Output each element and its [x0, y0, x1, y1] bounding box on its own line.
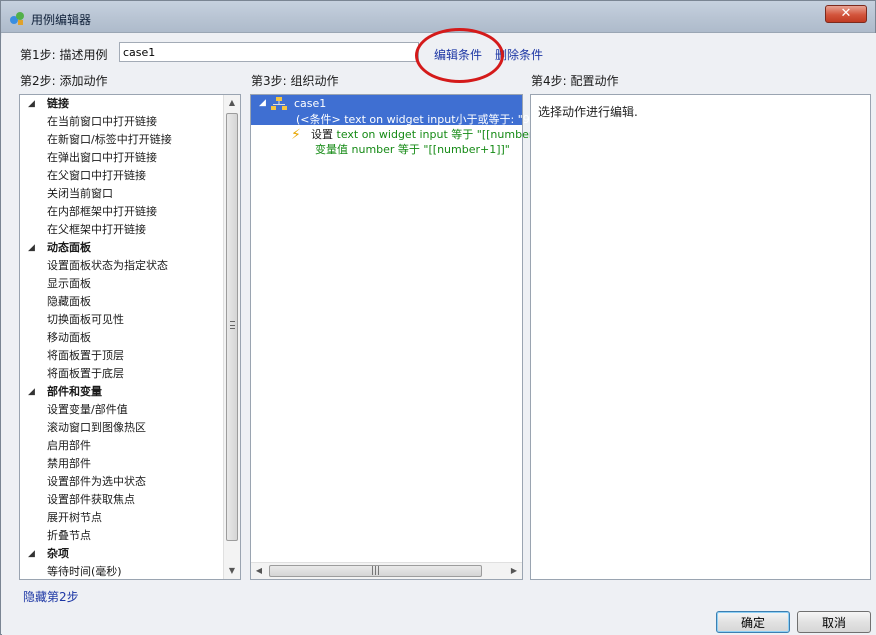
scroll-thumb[interactable]: ||| — [269, 565, 482, 577]
scroll-left-icon[interactable]: ◀ — [251, 563, 267, 579]
tree-action-item[interactable]: 显示面板 — [20, 275, 224, 293]
collapse-caret-icon[interactable]: ◢ — [28, 239, 35, 257]
collapse-caret-icon[interactable]: ◢ — [28, 383, 35, 401]
close-button[interactable]: ✕ — [825, 5, 867, 23]
case-description-input[interactable] — [119, 42, 419, 62]
tree-action-item[interactable]: 将面板置于顶层 — [20, 347, 224, 365]
ok-button[interactable]: 确定 — [716, 611, 790, 633]
step4-label: 第4步: 配置动作 — [531, 74, 619, 88]
collapse-caret-icon[interactable]: ◢ — [28, 95, 35, 113]
lightning-icon: ⚡ — [291, 127, 301, 143]
tree-action-item[interactable]: 启用部件 — [20, 437, 224, 455]
grip-icon — [230, 321, 235, 329]
scroll-up-icon[interactable]: ▲ — [224, 95, 240, 111]
case-icon — [271, 97, 287, 110]
scroll-down-icon[interactable]: ▼ — [224, 563, 240, 579]
tree-action-item[interactable]: 设置面板状态为指定状态 — [20, 257, 224, 275]
tree-action-item[interactable]: 滚动窗口到图像热区 — [20, 419, 224, 437]
step1-label: 第1步: 描述用例 — [20, 48, 108, 62]
case-condition: (<条件> text on widget input小于或等于: "99") — [296, 113, 547, 126]
config-placeholder: 选择动作进行编辑. — [538, 105, 638, 119]
tree-action-item[interactable]: 在内部框架中打开链接 — [20, 203, 224, 221]
scroll-right-icon[interactable]: ▶ — [506, 563, 522, 579]
tree-action-item[interactable]: 禁用部件 — [20, 455, 224, 473]
action-target: text on widget input — [336, 128, 448, 141]
step2-label: 第2步: 添加动作 — [20, 74, 108, 88]
organize-actions-panel: ◢ case1 (<条件> text on widget input小于或等于:… — [250, 94, 554, 580]
tree-action-item[interactable]: 关闭当前窗口 — [20, 185, 224, 203]
tree-action-item[interactable]: 在弹出窗口中打开链接 — [20, 149, 224, 167]
vertical-scrollbar[interactable]: ▲ ▼ — [223, 95, 240, 579]
case-name: case1 — [294, 97, 327, 110]
tree-action-item[interactable]: 设置部件获取焦点 — [20, 491, 224, 509]
tree-action-item[interactable]: 等待时间(毫秒) — [20, 563, 224, 579]
collapse-caret-icon[interactable]: ◢ — [259, 98, 266, 108]
tree-action-item[interactable]: 隐藏面板 — [20, 293, 224, 311]
use-case-editor-window: 用例编辑器 ✕ 第1步: 描述用例 编辑条件 删除条件 第2步: 添加动作 第3… — [0, 0, 876, 635]
tree-action-item[interactable]: 展开树节点 — [20, 509, 224, 527]
scroll-thumb[interactable] — [226, 113, 238, 541]
tree-category-label: 动态面板 — [47, 241, 91, 254]
action-item[interactable]: 设置 text on widget input 等于 "[[number+1] — [311, 126, 554, 142]
step3-label: 第3步: 组织动作 — [251, 74, 339, 88]
action-variable-line[interactable]: 变量值 number 等于 "[[number+1]]" — [315, 141, 510, 157]
action-verb: 设置 — [311, 128, 333, 141]
tree-action-item[interactable]: 移动面板 — [20, 329, 224, 347]
tree-action-item[interactable]: 将面板置于底层 — [20, 365, 224, 383]
tree-action-item[interactable]: 折叠节点 — [20, 527, 224, 545]
tree-category[interactable]: ◢ 动态面板 — [20, 239, 224, 257]
window-title: 用例编辑器 — [31, 13, 92, 27]
case-row[interactable]: ◢ case1 (<条件> text on widget input小于或等于:… — [251, 95, 546, 126]
collapse-caret-icon[interactable]: ◢ — [28, 545, 35, 563]
tree-action-item[interactable]: 在父窗口中打开链接 — [20, 167, 224, 185]
app-icon — [10, 12, 24, 25]
hide-step2-link[interactable]: 隐藏第2步 — [23, 588, 79, 605]
close-icon: ✕ — [840, 6, 852, 21]
horizontal-scrollbar[interactable]: ◀ ||| ▶ — [251, 562, 522, 579]
tree-category-label: 链接 — [47, 97, 69, 110]
tree-action-item[interactable]: 设置变量/部件值 — [20, 401, 224, 419]
tree-category-label: 部件和变量 — [47, 385, 102, 398]
configure-action-panel: 选择动作进行编辑. — [530, 94, 871, 580]
tree-category[interactable]: ◢ 链接 — [20, 95, 224, 113]
title-bar[interactable]: 用例编辑器 ✕ — [1, 1, 875, 33]
annotation-circle — [415, 28, 504, 83]
tree-action-item[interactable]: 在当前窗口中打开链接 — [20, 113, 224, 131]
tree-action-item[interactable]: 切换面板可见性 — [20, 311, 224, 329]
add-action-panel: ◢ 链接在当前窗口中打开链接 在新窗口/标签中打开链接 在弹出窗口中打开链接 在父窗口中… — [19, 94, 241, 580]
tree-action-item[interactable]: 设置部件为选中状态 — [20, 473, 224, 491]
dialog-body: 第1步: 描述用例 编辑条件 删除条件 第2步: 添加动作 第3步: 组织动作 … — [2, 28, 876, 635]
tree-action-item[interactable]: 在新窗口/标签中打开链接 — [20, 131, 224, 149]
tree-action-item[interactable]: 在父框架中打开链接 — [20, 221, 224, 239]
tree-category[interactable]: ◢ 杂项 — [20, 545, 224, 563]
tree-category-label: 杂项 — [47, 547, 69, 560]
tree-category[interactable]: ◢ 部件和变量 — [20, 383, 224, 401]
action-tree: ◢ 链接在当前窗口中打开链接 在新窗口/标签中打开链接 在弹出窗口中打开链接 在父窗口中… — [20, 95, 224, 579]
cancel-button[interactable]: 取消 — [797, 611, 871, 633]
